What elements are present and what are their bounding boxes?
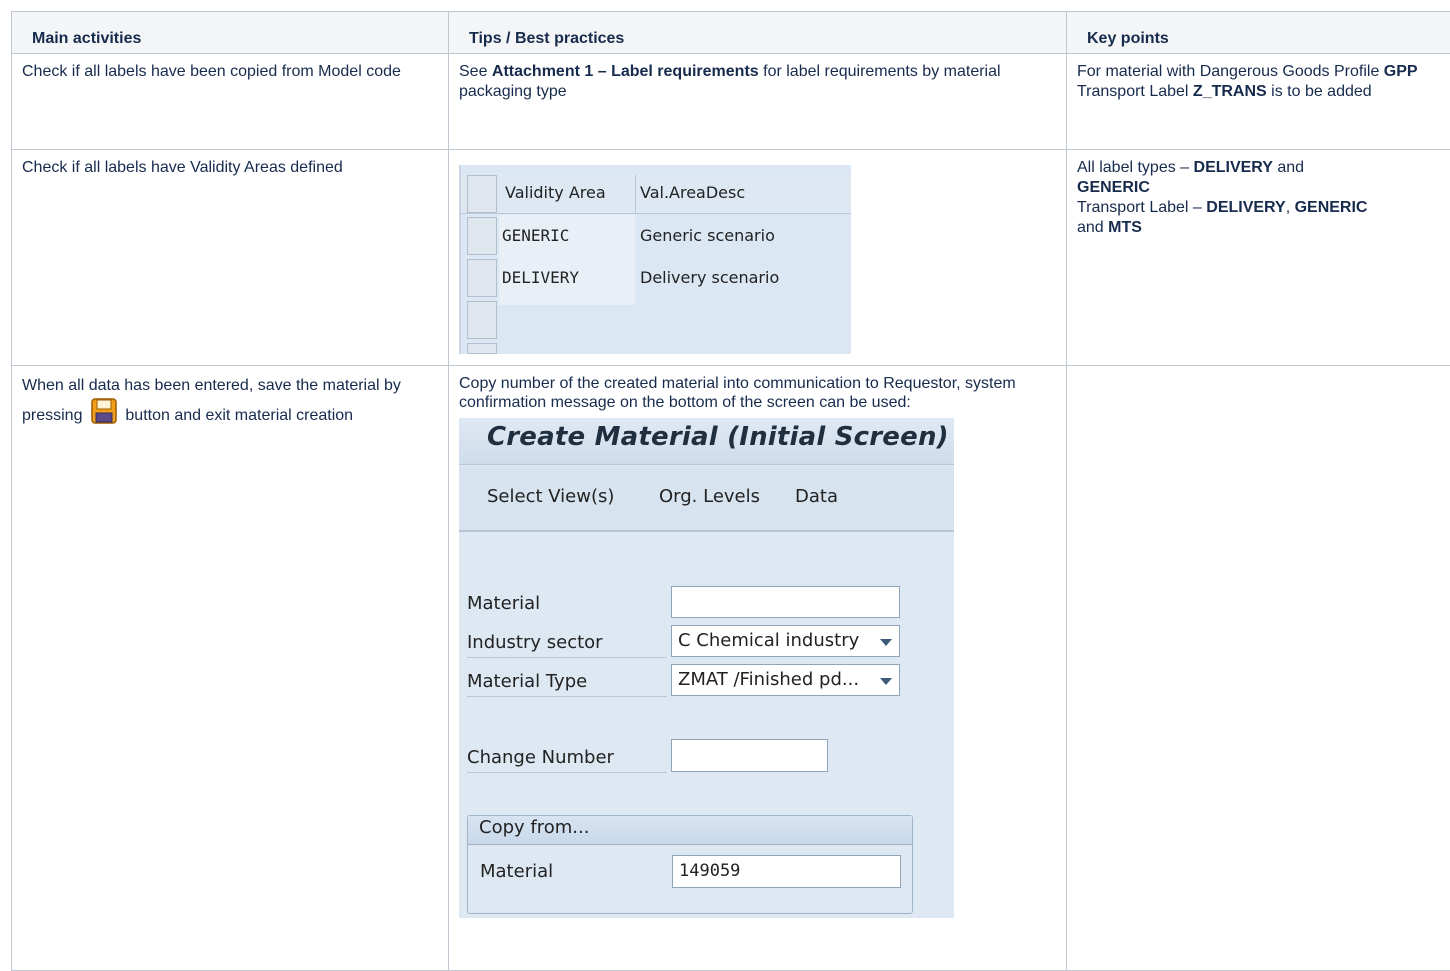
field-underline <box>467 696 667 697</box>
key-cell <box>1067 366 1450 971</box>
key-text: and <box>1273 159 1304 176</box>
grid-column-divider <box>635 175 636 213</box>
validity-area-grid-screenshot: Validity Area Val.AreaDesc GENERIC Gener… <box>459 165 851 354</box>
screen-title-bar: Create Material (Initial Screen) <box>459 418 954 465</box>
grid-cell-desc[interactable]: Generic scenario <box>640 226 775 246</box>
activity-text-rest: button and exit material creation <box>125 407 353 424</box>
key-cell: For material with Dangerous Goods Profil… <box>1067 54 1450 150</box>
create-material-screenshot: Create Material (Initial Screen) Select … <box>459 418 954 918</box>
header-key-points: Key points <box>1067 12 1450 54</box>
key-bold: DELIVERY <box>1206 199 1285 216</box>
industry-sector-select[interactable]: C Chemical industry <box>671 625 900 657</box>
field-underline <box>467 772 667 773</box>
copy-from-header: Copy from... <box>468 816 912 845</box>
copy-from-title: Copy from... <box>479 818 589 838</box>
key-text: is to be added <box>1267 83 1372 100</box>
grid-row-selector[interactable] <box>467 301 497 339</box>
grid-select-all-cell <box>467 175 497 213</box>
material-type-value: ZMAT /Finished pd... <box>678 669 859 690</box>
industry-sector-label: Industry sector <box>467 633 603 653</box>
material-input[interactable] <box>671 586 900 618</box>
tip-cell: Copy number of the created material into… <box>449 366 1067 971</box>
activity-text: Check if all labels have been copied fro… <box>22 63 401 80</box>
copy-material-input[interactable]: 149059 <box>672 855 901 888</box>
key-bold: MTS <box>1108 219 1142 236</box>
grid-row-selector[interactable] <box>467 259 497 297</box>
grid-row-selector[interactable] <box>467 217 497 255</box>
activity-text: Check if all labels have Validity Areas … <box>22 159 343 176</box>
grid-cell-desc[interactable]: Delivery scenario <box>640 268 779 288</box>
key-text: For material with Dangerous Goods Profil… <box>1077 63 1384 80</box>
key-text: and <box>1077 219 1108 236</box>
copy-from-group: Copy from... Material 149059 <box>467 815 913 914</box>
key-text: Transport Label – <box>1077 199 1206 216</box>
menu-data[interactable]: Data <box>795 487 838 507</box>
key-cell: All label types – DELIVERY and GENERIC T… <box>1067 150 1450 366</box>
activities-table: Main activities Tips / Best practices Ke… <box>11 11 1450 971</box>
key-text: Transport Label <box>1077 83 1193 100</box>
table-row: Check if all labels have been copied fro… <box>12 54 1450 150</box>
key-bold-gpp: GPP <box>1384 63 1418 80</box>
key-bold: DELIVERY <box>1194 159 1273 176</box>
material-type-select[interactable]: ZMAT /Finished pd... <box>671 664 900 696</box>
save-icon <box>91 398 117 424</box>
header-tips: Tips / Best practices <box>449 12 1067 54</box>
industry-sector-value: C Chemical industry <box>678 630 859 651</box>
grid-col1-header: Validity Area <box>505 183 606 203</box>
tip-cell: Validity Area Val.AreaDesc GENERIC Gener… <box>449 150 1067 366</box>
tip-text: See <box>459 63 492 80</box>
activity-cell: When all data has been entered, save the… <box>12 366 449 971</box>
header-main-activities: Main activities <box>12 12 449 54</box>
menu-select-views[interactable]: Select View(s) <box>487 487 614 507</box>
key-text: All label types – <box>1077 159 1194 176</box>
grid-row-selector[interactable] <box>467 343 497 354</box>
key-bold: GENERIC <box>1077 179 1150 196</box>
grid-cell-area[interactable]: GENERIC <box>502 226 569 246</box>
material-label: Material <box>467 594 540 614</box>
field-underline <box>467 657 667 658</box>
attachment-reference: Attachment 1 – Label requirements <box>492 63 759 80</box>
grid-col2-header: Val.AreaDesc <box>640 183 745 203</box>
tip-cell: See Attachment 1 – Label requirements fo… <box>449 54 1067 150</box>
table-row: Check if all labels have Validity Areas … <box>12 150 1450 366</box>
table-row: When all data has been entered, save the… <box>12 366 1450 971</box>
screen-title: Create Material (Initial Screen) <box>487 427 949 447</box>
grid-cell-area[interactable]: DELIVERY <box>502 268 579 288</box>
table-header-row: Main activities Tips / Best practices Ke… <box>12 12 1450 54</box>
screen-menu-bar: Select View(s) Org. Levels Data <box>459 466 954 532</box>
activity-cell: Check if all labels have Validity Areas … <box>12 150 449 366</box>
key-bold-ztrans: Z_TRANS <box>1193 83 1267 100</box>
copy-material-label: Material <box>480 862 553 882</box>
activity-cell: Check if all labels have been copied fro… <box>12 54 449 150</box>
change-number-label: Change Number <box>467 748 614 768</box>
menu-org-levels[interactable]: Org. Levels <box>659 487 760 507</box>
key-bold: GENERIC <box>1295 199 1368 216</box>
tip-text: Copy number of the created material into… <box>459 374 1056 412</box>
material-type-label: Material Type <box>467 672 587 692</box>
key-text: , <box>1286 199 1295 216</box>
change-number-input[interactable] <box>671 739 828 772</box>
dropdown-arrow-icon <box>880 678 892 685</box>
dropdown-arrow-icon <box>880 639 892 646</box>
